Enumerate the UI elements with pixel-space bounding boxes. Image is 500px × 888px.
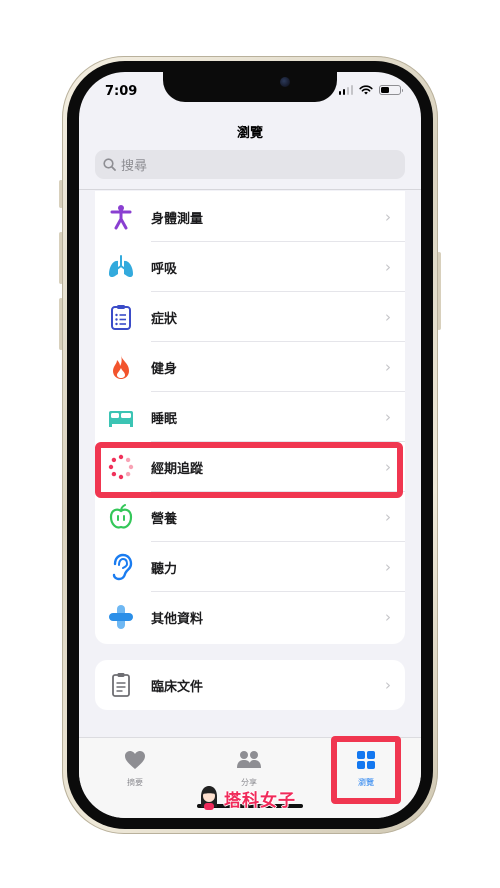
chevron-right-icon: ›: [385, 208, 391, 226]
category-row-respiratory[interactable]: 呼吸 ›: [95, 242, 405, 292]
search-icon: [103, 158, 116, 171]
notch: [163, 72, 337, 102]
screen: 7:09 瀏覽 搜尋 身體測量 › 呼吸 › 症狀 › 健身 › 睡眠 › 經期…: [79, 72, 421, 818]
heart-icon: [125, 751, 145, 769]
battery-icon: [379, 85, 403, 95]
category-row-symptoms[interactable]: 症狀 ›: [95, 292, 405, 342]
body-measurement-icon: [110, 205, 132, 230]
category-list: 身體測量 › 呼吸 › 症狀 › 健身 › 睡眠 › 經期追蹤 › 營養 › 聽…: [95, 191, 405, 644]
clinical-documents-card: 臨床文件 ›: [95, 660, 405, 710]
category-row-hearing[interactable]: 聽力 ›: [95, 542, 405, 592]
page-title: 瀏覽: [236, 126, 263, 141]
chevron-right-icon: ›: [385, 558, 391, 576]
girl-avatar-icon: [201, 786, 217, 810]
nav-separator: [79, 189, 421, 190]
highlight-box-browse-tab: [331, 736, 401, 804]
people-icon: [237, 751, 261, 768]
category-row-other-data[interactable]: 其他資料 ›: [95, 592, 405, 642]
category-row-activity[interactable]: 健身 ›: [95, 342, 405, 392]
watermark-text: 塔科女子: [224, 790, 296, 811]
category-label: 健身: [151, 361, 178, 377]
search-input[interactable]: 搜尋: [95, 150, 405, 179]
category-label: 呼吸: [151, 261, 178, 277]
apple-icon: [109, 504, 133, 529]
category-label: 身體測量: [151, 211, 204, 227]
lungs-icon: [109, 255, 133, 278]
category-row-nutrition[interactable]: 營養 ›: [95, 492, 405, 542]
search-placeholder: 搜尋: [121, 159, 148, 174]
highlight-box-cycle-tracking: [95, 442, 403, 498]
chevron-right-icon: ›: [385, 308, 391, 326]
chevron-right-icon: ›: [385, 508, 391, 526]
status-icons: [338, 85, 403, 95]
category-row-clinical-documents[interactable]: 臨床文件 ›: [95, 660, 405, 710]
front-camera: [280, 77, 290, 87]
category-row-body-measurement[interactable]: 身體測量 ›: [95, 192, 405, 242]
chevron-right-icon: ›: [385, 258, 391, 276]
category-row-sleep[interactable]: 睡眠 ›: [95, 392, 405, 442]
bed-icon: [109, 411, 133, 427]
chevron-right-icon: ›: [385, 358, 391, 376]
chevron-right-icon: ›: [385, 408, 391, 426]
tab-sharing[interactable]: 分享: [219, 750, 279, 788]
category-label: 睡眠: [151, 411, 178, 427]
category-label: 症狀: [151, 311, 178, 327]
clipboard-icon: [111, 305, 131, 330]
chevron-right-icon: ›: [385, 608, 391, 626]
plus-cross-icon: [109, 605, 133, 629]
chevron-right-icon: ›: [385, 676, 391, 694]
tab-summary[interactable]: 摘要: [105, 750, 165, 788]
tab-label: 摘要: [127, 778, 143, 787]
category-label: 其他資料: [151, 611, 204, 627]
signal-icon: [338, 85, 353, 95]
category-label: 臨床文件: [151, 679, 204, 695]
status-time: 7:09: [105, 84, 138, 99]
category-label: 營養: [151, 511, 178, 527]
document-icon: [112, 673, 130, 697]
watermark: 塔科女子: [198, 785, 296, 811]
ear-icon: [112, 553, 133, 581]
wifi-icon: [359, 85, 373, 95]
flame-icon: [113, 355, 129, 379]
category-label: 聽力: [151, 561, 178, 577]
